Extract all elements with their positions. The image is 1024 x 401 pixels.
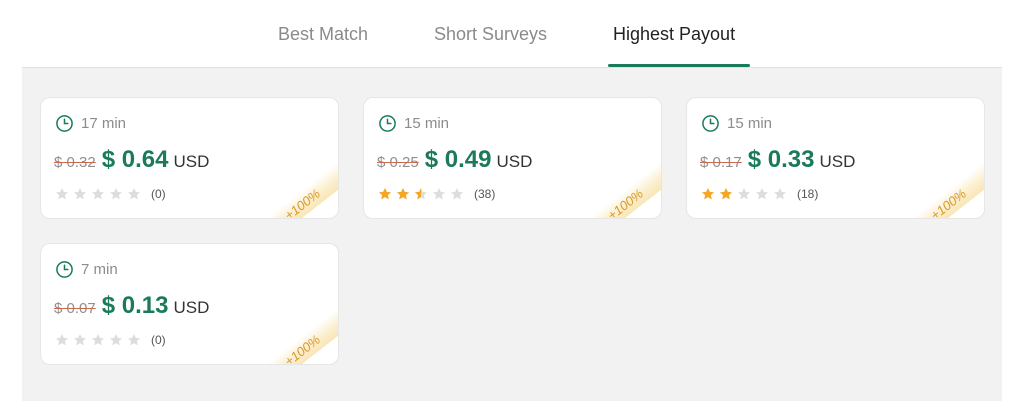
survey-payout: $ 0.07 $ 0.13 USD — [54, 292, 209, 320]
duration-text: 15 min — [727, 115, 773, 132]
star-icon — [109, 334, 123, 346]
survey-card[interactable]: 7 min $ 0.07 $ 0.13 USD (0) +100% — [40, 243, 339, 365]
bonus-label: +100% — [281, 331, 323, 365]
currency-label: USD — [496, 152, 533, 171]
rating-count: (18) — [797, 187, 819, 201]
tab-highest-payout[interactable]: Highest Payout — [613, 24, 735, 45]
survey-card[interactable]: 15 min $ 0.25 $ 0.49 USD (38) +100% — [363, 97, 662, 219]
survey-card[interactable]: 15 min $ 0.17 $ 0.33 USD (18) +100% — [686, 97, 985, 219]
star-icon — [396, 188, 410, 200]
original-price: $ 0.25 — [377, 154, 419, 171]
survey-card[interactable]: 17 min $ 0.32 $ 0.64 USD (0) +100% — [40, 97, 339, 219]
payout-price: $ 0.33 — [747, 146, 815, 173]
star-rating: (18) — [701, 187, 818, 201]
bonus-ribbon: +100% — [240, 298, 338, 365]
currency-label: USD — [173, 298, 210, 317]
star-icon — [773, 188, 787, 200]
tab-short-surveys[interactable]: Short Surveys — [434, 24, 547, 45]
duration-text: 15 min — [404, 115, 450, 132]
star-icon — [127, 188, 141, 200]
clock-icon — [56, 261, 73, 278]
payout-price: $ 0.49 — [424, 146, 492, 173]
bonus-label: +100% — [927, 185, 969, 219]
rating-count: (0) — [151, 333, 166, 347]
payout-price: $ 0.13 — [101, 292, 169, 319]
clock-icon — [379, 115, 396, 132]
star-icon — [55, 334, 69, 346]
bonus-label: +100% — [604, 185, 646, 219]
star-icon — [378, 188, 392, 200]
star-icon — [719, 188, 733, 200]
original-price: $ 0.07 — [54, 300, 96, 317]
survey-tabs: Best Match Short Surveys Highest Payout — [22, 0, 1002, 68]
star-icon — [737, 188, 751, 200]
currency-label: USD — [173, 152, 210, 171]
star-icon — [450, 188, 464, 200]
star-icon — [414, 188, 428, 200]
star-icon — [91, 334, 105, 346]
survey-duration: 17 min — [55, 114, 126, 133]
survey-payout: $ 0.32 $ 0.64 USD — [54, 146, 209, 174]
rating-count: (0) — [151, 187, 166, 201]
star-rating: (0) — [55, 333, 166, 347]
star-rating: (38) — [378, 187, 495, 201]
survey-payout: $ 0.17 $ 0.33 USD — [700, 146, 855, 174]
rating-count: (38) — [474, 187, 496, 201]
duration-text: 7 min — [81, 261, 118, 278]
star-icon — [109, 188, 123, 200]
clock-icon — [702, 115, 719, 132]
survey-payout: $ 0.25 $ 0.49 USD — [377, 146, 532, 174]
survey-duration: 15 min — [378, 114, 449, 133]
original-price: $ 0.32 — [54, 154, 96, 171]
duration-text: 17 min — [81, 115, 127, 132]
original-price: $ 0.17 — [700, 154, 742, 171]
star-icon — [432, 188, 446, 200]
star-icon — [127, 334, 141, 346]
star-icon — [73, 188, 87, 200]
star-rating: (0) — [55, 187, 166, 201]
tab-best-match[interactable]: Best Match — [278, 24, 368, 45]
clock-icon — [56, 115, 73, 132]
star-icon — [701, 188, 715, 200]
bonus-ribbon: +100% — [886, 152, 984, 219]
star-icon — [73, 334, 87, 346]
bonus-ribbon: +100% — [240, 152, 338, 219]
bonus-ribbon: +100% — [563, 152, 661, 219]
currency-label: USD — [819, 152, 856, 171]
survey-list: 17 min $ 0.32 $ 0.64 USD (0) +100% 15 mi… — [22, 68, 1002, 401]
payout-price: $ 0.64 — [101, 146, 169, 173]
survey-duration: 7 min — [55, 260, 118, 279]
survey-duration: 15 min — [701, 114, 772, 133]
star-icon — [55, 188, 69, 200]
bonus-label: +100% — [281, 185, 323, 219]
active-tab-indicator — [608, 64, 750, 67]
star-icon — [755, 188, 769, 200]
star-icon — [91, 188, 105, 200]
